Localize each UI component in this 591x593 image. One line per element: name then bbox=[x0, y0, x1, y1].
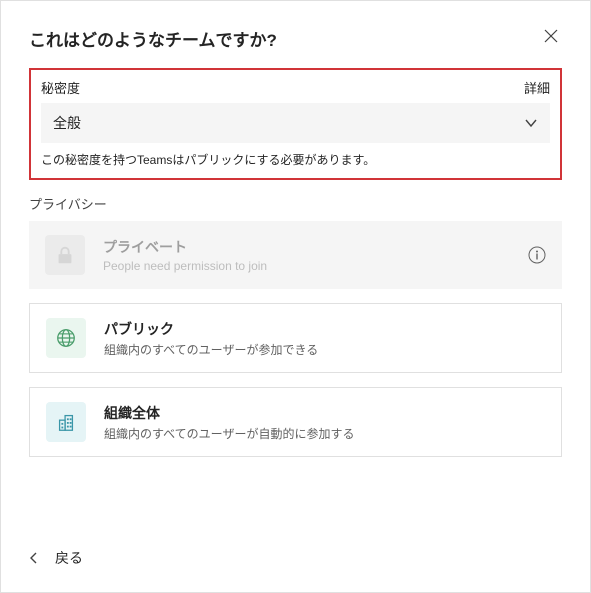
close-button[interactable] bbox=[540, 25, 562, 52]
public-option-title: パブリック bbox=[104, 319, 545, 339]
public-option-desc: 組織内のすべてのユーザーが参加できる bbox=[104, 341, 545, 358]
private-option-title: プライベート bbox=[103, 237, 510, 257]
sensitivity-section: 秘密度 詳細 全般 この秘密度を持つTeamsはパブリックにする必要があります。 bbox=[29, 68, 562, 180]
sensitivity-label: 秘密度 bbox=[41, 78, 80, 97]
close-icon bbox=[544, 29, 558, 43]
globe-icon bbox=[46, 318, 86, 358]
privacy-option-public[interactable]: パブリック 組織内のすべてのユーザーが参加できる bbox=[29, 303, 562, 373]
lock-icon bbox=[45, 235, 85, 275]
details-link[interactable]: 詳細 bbox=[524, 78, 550, 97]
privacy-section-label: プライバシー bbox=[29, 194, 562, 213]
team-type-dialog: これはどのようなチームですか? 秘密度 詳細 全般 この秘密度を持つTeamsは… bbox=[1, 1, 590, 592]
sensitivity-value: 全般 bbox=[53, 113, 81, 133]
privacy-option-private: プライベート People need permission to join bbox=[29, 221, 562, 289]
private-option-content: プライベート People need permission to join bbox=[103, 237, 510, 273]
sensitivity-hint: この秘密度を持つTeamsはパブリックにする必要があります。 bbox=[41, 151, 550, 168]
dialog-header: これはどのようなチームですか? bbox=[29, 25, 562, 52]
dialog-title: これはどのようなチームですか? bbox=[29, 26, 277, 51]
dialog-footer: 戻る bbox=[29, 528, 562, 568]
building-icon bbox=[46, 402, 86, 442]
info-icon[interactable] bbox=[528, 246, 546, 264]
privacy-option-org[interactable]: 組織全体 組織内のすべてのユーザーが自動的に参加する bbox=[29, 387, 562, 457]
private-option-desc: People need permission to join bbox=[103, 259, 510, 273]
chevron-left-icon[interactable] bbox=[29, 551, 39, 565]
public-option-content: パブリック 組織内のすべてのユーザーが参加できる bbox=[104, 319, 545, 358]
back-button[interactable]: 戻る bbox=[55, 548, 83, 568]
org-option-title: 組織全体 bbox=[104, 403, 545, 423]
org-option-desc: 組織内のすべてのユーザーが自動的に参加する bbox=[104, 425, 545, 442]
org-option-content: 組織全体 組織内のすべてのユーザーが自動的に参加する bbox=[104, 403, 545, 442]
sensitivity-header-row: 秘密度 詳細 bbox=[41, 78, 550, 97]
sensitivity-dropdown[interactable]: 全般 bbox=[41, 103, 550, 143]
chevron-down-icon bbox=[524, 116, 538, 130]
